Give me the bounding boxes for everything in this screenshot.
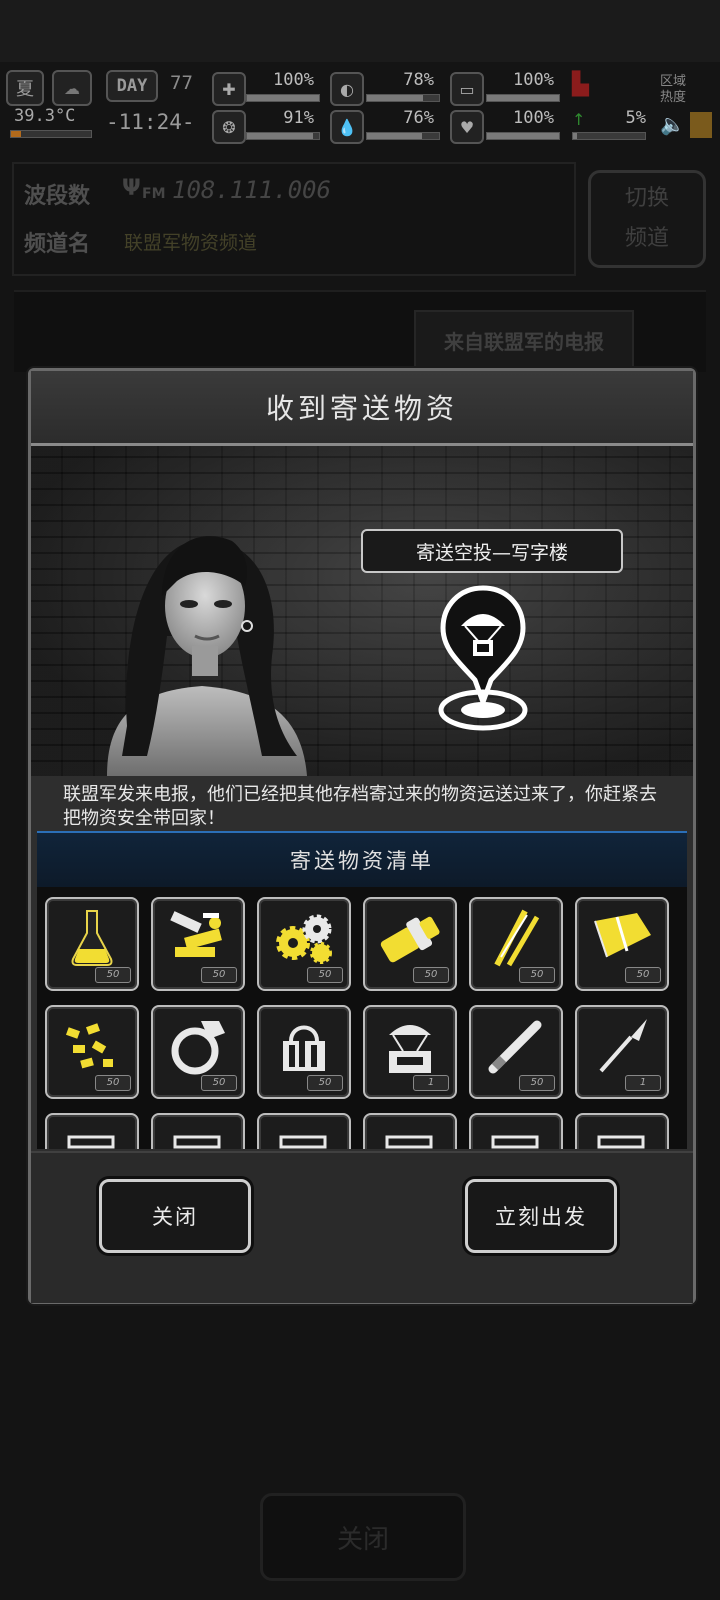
- weather-cloud-icon: ☁: [52, 70, 92, 106]
- dialog-footer: 关闭 立刻出发: [31, 1151, 693, 1303]
- ring-icon: [171, 1021, 225, 1075]
- item-quantity: 50: [519, 967, 555, 983]
- metal-sheet-icon: [594, 913, 651, 958]
- supply-item[interactable]: 50: [363, 897, 457, 991]
- day-number: 77: [170, 72, 193, 94]
- item-quantity: 50: [95, 967, 131, 983]
- hunger-value: 78%: [403, 70, 434, 90]
- supply-dialog: 收到寄送物资 寄送空投—写字楼 联盟军发来电报，他们已经把其他存档寄过来的物资运…: [28, 368, 696, 1304]
- item-quantity: 50: [95, 1075, 131, 1091]
- supply-item[interactable]: 50: [469, 1005, 563, 1099]
- temperature: 39.3°C: [14, 106, 76, 126]
- supply-item[interactable]: 50: [151, 897, 245, 991]
- infection-value: 5%: [625, 108, 646, 128]
- mood-bar: [486, 132, 560, 140]
- item-quantity: 50: [201, 1075, 237, 1091]
- airdrop-map-marker-icon[interactable]: [435, 584, 531, 734]
- close-button[interactable]: 关闭: [99, 1179, 251, 1253]
- supply-item[interactable]: 1: [575, 1005, 669, 1099]
- supply-item-grid[interactable]: 50 50 50 50 50 50 50 50 50 1 50 1: [37, 887, 687, 1149]
- depart-now-button[interactable]: 立刻出发: [465, 1179, 617, 1253]
- thirst-bar: [366, 132, 440, 140]
- supply-item[interactable]: [575, 1113, 669, 1149]
- tools-parts-icon: [170, 911, 222, 957]
- temperature-bar: [10, 130, 92, 138]
- speaker-icon[interactable]: 🔈: [660, 112, 685, 136]
- health-value: 100%: [273, 70, 314, 90]
- blueprint-icon: [173, 1135, 221, 1149]
- item-quantity: 50: [307, 967, 343, 983]
- health-bar: [246, 94, 320, 102]
- supply-item[interactable]: 50: [575, 897, 669, 991]
- supply-item[interactable]: 1: [363, 1005, 457, 1099]
- sanity-bar: [246, 132, 320, 140]
- blueprint-icon: [67, 1135, 115, 1149]
- supply-item[interactable]: 50: [257, 897, 351, 991]
- character-portrait: [107, 536, 307, 776]
- infection-bar: [572, 132, 646, 140]
- airdrop-crate-icon: [389, 1025, 431, 1073]
- dialog-title: 收到寄送物资: [265, 392, 458, 425]
- day-label: DAY: [106, 70, 158, 102]
- dialog-message: 联盟军发来电报，他们已经把其他存档寄过来的物资运送过来了，你赶紧去把物资安全带回…: [63, 784, 657, 829]
- supply-item[interactable]: 50: [45, 897, 139, 991]
- item-quantity: 50: [413, 967, 449, 983]
- supply-bag-icon: [283, 1025, 325, 1071]
- blueprint-icon: [597, 1135, 645, 1149]
- scalpel-icon: [599, 1019, 647, 1073]
- mood-value: 100%: [513, 108, 554, 128]
- supply-item[interactable]: [151, 1113, 245, 1149]
- item-quantity: 1: [413, 1075, 449, 1091]
- boot-icon: ▙: [572, 72, 589, 97]
- flask-icon: [71, 910, 113, 966]
- dialog-scene: 寄送空投—写字楼: [31, 446, 693, 776]
- airdrop-location-label: 寄送空投—写字楼: [361, 529, 623, 573]
- supply-item[interactable]: 50: [151, 1005, 245, 1099]
- gears-icon: [276, 914, 332, 964]
- zone-heat-meter: [690, 112, 712, 138]
- item-quantity: 50: [625, 967, 661, 983]
- item-quantity: 50: [519, 1075, 555, 1091]
- season-indicator: 夏: [6, 70, 44, 106]
- status-bar: 夏 ☁ 39.3°C DAY 77 -11:24- ✚ 100% ◐ 78% ▭…: [0, 62, 720, 146]
- game-time: -11:24-: [106, 110, 195, 134]
- dialog-title-bar: 收到寄送物资: [31, 371, 693, 446]
- supply-item[interactable]: [45, 1113, 139, 1149]
- blueprint-icon: [491, 1135, 539, 1149]
- item-quantity: 1: [625, 1075, 661, 1091]
- blueprint-icon: [385, 1135, 433, 1149]
- supply-list-header: 寄送物资清单: [37, 831, 687, 889]
- pipe-fitting-icon: [380, 916, 440, 963]
- item-quantity: 50: [307, 1075, 343, 1091]
- thirst-value: 76%: [403, 108, 434, 128]
- supply-item[interactable]: [257, 1113, 351, 1149]
- wire-sticks-icon: [494, 909, 540, 967]
- blueprint-icon: [279, 1135, 327, 1149]
- supply-item[interactable]: [469, 1113, 563, 1149]
- tube-icon: [488, 1020, 542, 1074]
- supply-item[interactable]: 50: [257, 1005, 351, 1099]
- supply-item[interactable]: [363, 1113, 457, 1149]
- stamina-value: 100%: [513, 70, 554, 90]
- hunger-bar: [366, 94, 440, 102]
- sanity-value: 91%: [283, 108, 314, 128]
- stamina-bar: [486, 94, 560, 102]
- supply-item[interactable]: 50: [45, 1005, 139, 1099]
- nuggets-icon: [65, 1023, 113, 1069]
- supply-list-title: 寄送物资清单: [290, 849, 434, 873]
- zone-heat-label: 区域热度: [660, 74, 687, 105]
- item-quantity: 50: [201, 967, 237, 983]
- supply-item[interactable]: 50: [469, 897, 563, 991]
